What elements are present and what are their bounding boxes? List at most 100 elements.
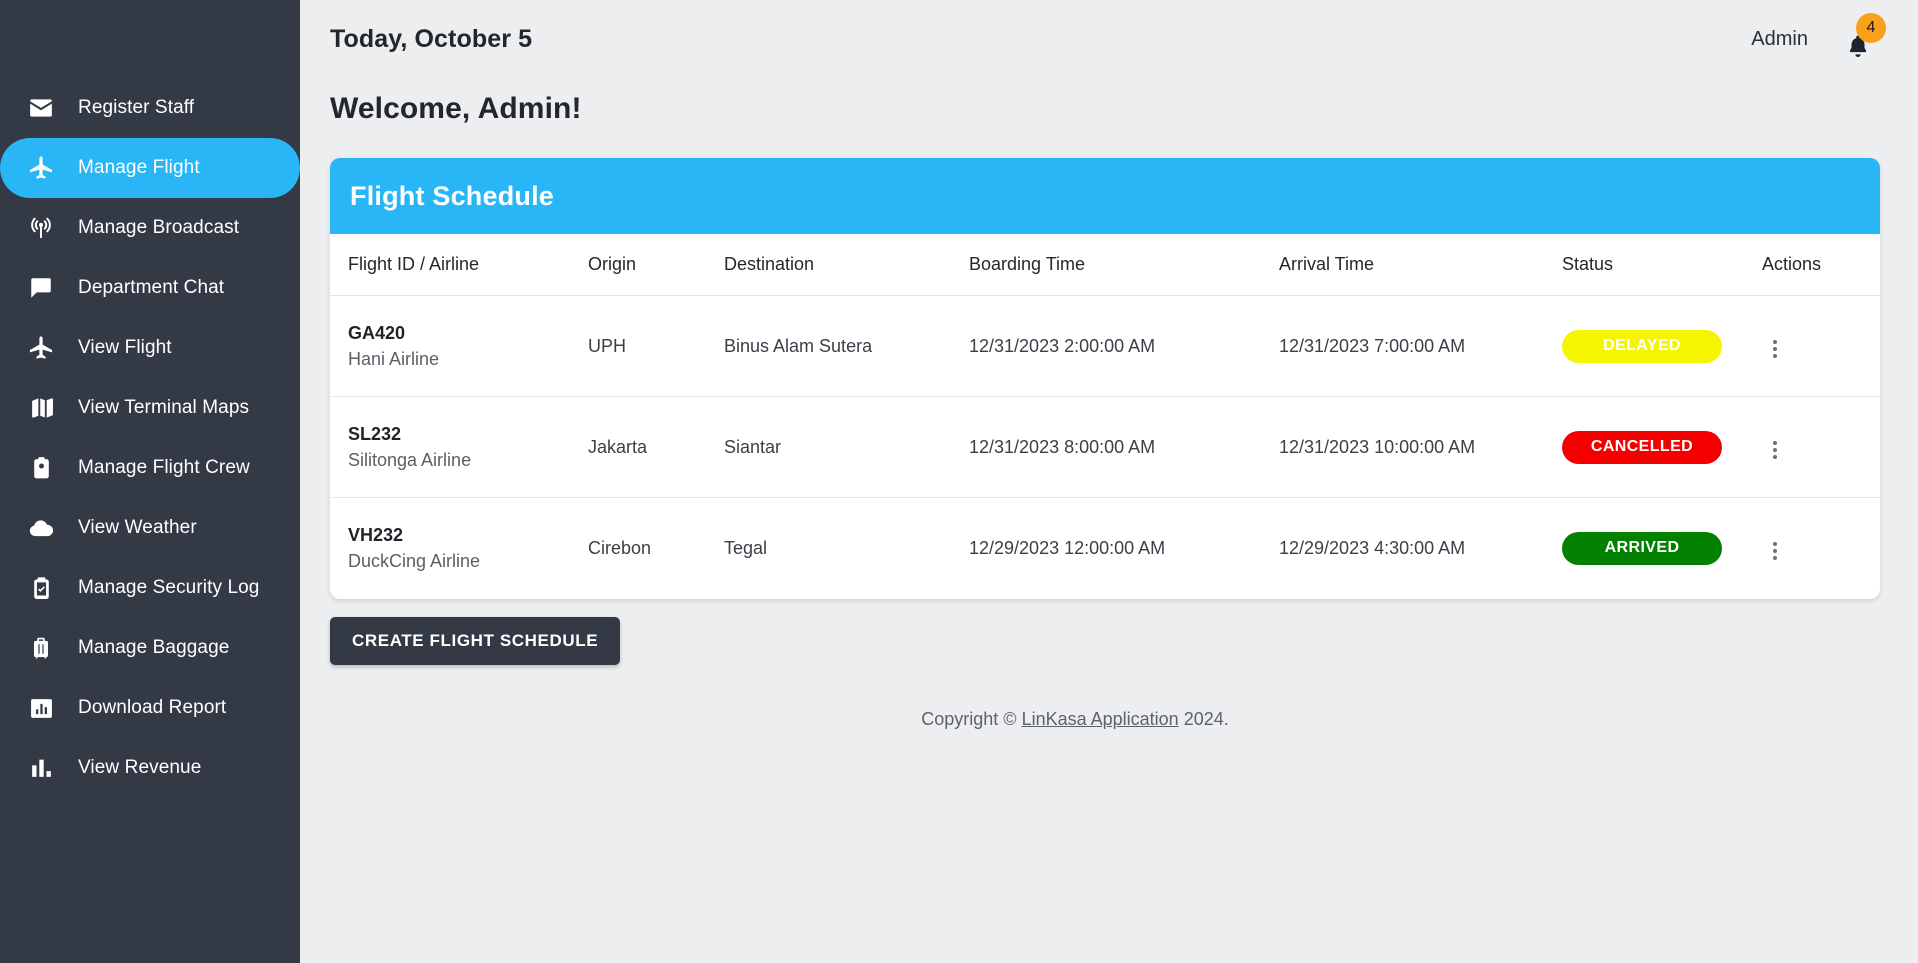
table-row: GA420 Hani Airline UPH Binus Alam Sutera 12/… [330,295,1880,398]
sidebar-item-manage-security-log[interactable]: Manage Security Log [0,558,300,618]
sidebar: Register Staff Manage Flight Manage Broadc… [0,0,300,963]
broadcast-icon [18,215,64,241]
sidebar-item-label: Download Report [78,697,227,718]
sidebar-item-label: View Revenue [78,757,202,778]
table-header: Flight ID / Airline Origin Destination B… [330,234,1880,296]
column-header-origin: Origin [588,234,724,296]
flight-schedule-card-header: Flight Schedule [330,158,1880,234]
cell-origin: UPH [588,295,724,398]
sidebar-item-label: Manage Flight [78,157,200,178]
cell-boarding-time: 12/31/2023 2:00:00 AM [969,295,1279,398]
cell-arrival-time: 12/31/2023 10:00:00 AM [1279,396,1562,499]
status-badge: ARRIVED [1562,531,1722,565]
cell-arrival-time: 12/31/2023 7:00:00 AM [1279,295,1562,398]
cell-flight-id: SL232 Silitonga Airline [330,396,588,499]
sidebar-item-department-chat[interactable]: Department Chat [0,258,300,318]
sidebar-item-manage-baggage[interactable]: Manage Baggage [0,618,300,678]
id-badge-icon [18,455,64,481]
main-area: Today, October 5 Admin 4 Welcome, Admin!… [300,0,1918,963]
sidebar-item-manage-flight[interactable]: Manage Flight [0,138,300,198]
table-row: SL232 Silitonga Airline Jakarta Siantar 12/3… [330,396,1880,499]
sidebar-item-view-terminal-maps[interactable]: View Terminal Maps [0,378,300,438]
column-header-arrival: Arrival Time [1279,234,1562,296]
airplane-icon [18,334,64,362]
sidebar-item-download-report[interactable]: Download Report [0,678,300,738]
flight-schedule-table: Flight ID / Airline Origin Destination B… [330,234,1880,599]
sidebar-item-view-weather[interactable]: View Weather [0,498,300,558]
topbar: Today, October 5 Admin 4 [300,0,1918,78]
cell-origin: Jakarta [588,396,724,499]
sidebar-item-label: Manage Broadcast [78,217,240,238]
bar-chart-icon [18,756,64,781]
footer-prefix: Copyright © [921,708,1022,729]
airline-text: DuckCing Airline [348,551,481,572]
flight-id-text: SL232 [348,424,402,445]
table-row: VH232 DuckCing Airline Cirebon Tegal 12/29/2… [330,498,1880,599]
sidebar-item-label: Manage Baggage [78,637,230,658]
cell-destination: Tegal [724,537,768,558]
cell-destination: Binus Alam Sutera [724,295,969,398]
content-region: Flight Schedule Flight ID / Airline Orig… [300,126,1918,730]
notification-count-badge: 4 [1856,13,1886,43]
cell-boarding-time: 12/29/2023 12:00:00 AM [969,537,1166,558]
airline-text: Silitonga Airline [348,450,472,471]
footer-link[interactable]: LinKasa Application [1022,709,1179,729]
chat-icon [18,275,64,301]
cell-actions [1762,295,1880,398]
status-badge: CANCELLED [1562,430,1722,464]
column-header-flight-id: Flight ID / Airline [330,234,588,296]
app-root: Register Staff Manage Flight Manage Broadc… [0,0,1918,963]
cell-status: CANCELLED [1562,396,1762,499]
page-title: Welcome, Admin! [330,92,582,125]
airplane-icon [18,154,64,182]
suitcase-icon [18,635,64,661]
column-header-destination: Destination [724,234,969,296]
column-header-boarding: Boarding Time [969,234,1279,296]
airline-text: Hani Airline [348,349,440,370]
footer: Copyright © LinKasa Application 2024. [330,709,1880,730]
sidebar-item-label: Manage Flight Crew [78,457,250,478]
flight-id-text: GA420 [348,323,406,343]
cell-flight-id: VH232 DuckCing Airline [330,498,588,599]
column-header-actions: Actions [1762,234,1880,296]
cell-actions [1762,498,1880,599]
notification-bell-button[interactable]: 4 [1838,13,1886,61]
cell-boarding-time: 12/31/2023 8:00:00 AM [969,396,1279,499]
column-header-status: Status [1562,234,1762,296]
chart-box-icon [18,696,64,721]
cell-arrival-time: 12/29/2023 4:30:00 AM [1279,537,1466,558]
sidebar-item-label: View Terminal Maps [78,397,250,418]
table-body: GA420 Hani Airline UPH Binus Alam Sutera 12/… [330,295,1880,599]
kebab-menu-icon[interactable] [1762,536,1788,566]
map-icon [18,395,64,421]
sidebar-item-view-revenue[interactable]: View Revenue [0,738,300,798]
status-badge: DELAYED [1562,329,1722,363]
clipboard-check-icon [18,575,64,601]
cell-status: DELAYED [1562,295,1762,398]
cloud-icon [18,515,64,541]
sidebar-item-label: View Flight [78,337,172,358]
cell-origin: Cirebon [588,537,652,558]
topbar-right: Admin 4 [1751,13,1886,61]
footer-suffix: 2024. [1178,708,1229,729]
sidebar-item-register-staff[interactable]: Register Staff [0,78,300,138]
sidebar-item-label: Manage Security Log [78,577,260,598]
create-flight-schedule-button[interactable]: CREATE FLIGHT SCHEDULE [330,616,621,665]
kebab-menu-icon[interactable] [1762,334,1788,364]
admin-label[interactable]: Admin [1751,28,1808,51]
envelope-icon [18,95,64,121]
sidebar-item-view-flight[interactable]: View Flight [0,318,300,378]
flight-schedule-card: Flight Schedule Flight ID / Airline Orig… [330,158,1880,599]
cell-destination: Siantar [724,396,969,499]
kebab-menu-icon[interactable] [1762,435,1788,465]
today-date: Today, October 5 [330,24,533,53]
flight-schedule-title: Flight Schedule [350,180,555,211]
sidebar-item-manage-flight-crew[interactable]: Manage Flight Crew [0,438,300,498]
cell-flight-id: GA420 Hani Airline [330,295,588,398]
cell-status: ARRIVED [1562,498,1762,599]
sidebar-item-label: Department Chat [78,277,225,298]
flight-id-text: VH232 [348,525,404,546]
sidebar-item-manage-broadcast[interactable]: Manage Broadcast [0,198,300,258]
sidebar-item-label: View Weather [78,517,197,538]
cell-actions [1762,396,1880,499]
